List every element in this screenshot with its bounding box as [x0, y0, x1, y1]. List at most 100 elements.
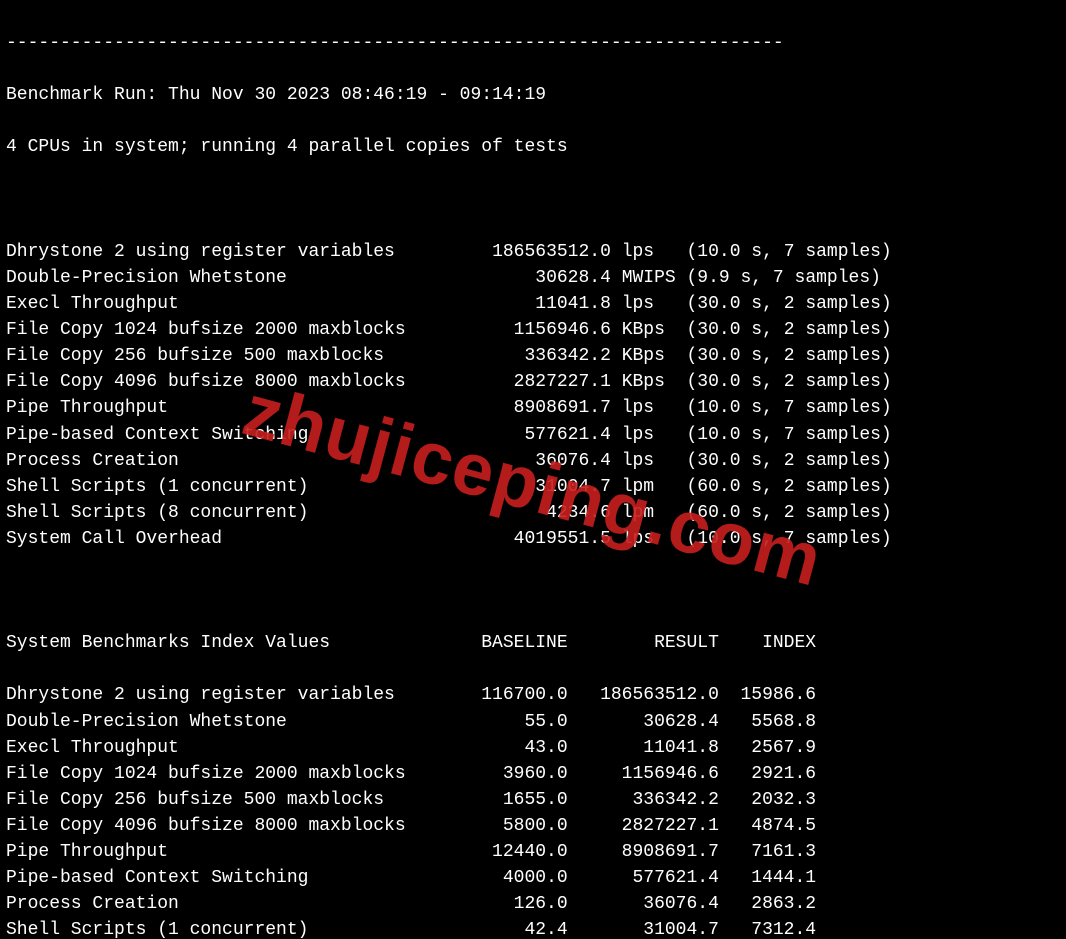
test-row: Pipe-based Context Switching577621.4 lps…: [6, 422, 1060, 448]
test-name: Process Creation: [6, 448, 438, 474]
test-row: File Copy 256 bufsize 500 maxblocks33634…: [6, 343, 1060, 369]
index-baseline: 5800.0: [438, 813, 568, 839]
test-value: 36076.4: [438, 448, 611, 474]
test-value: 8908691.7: [438, 395, 611, 421]
test-unit: lps: [622, 395, 687, 421]
test-unit: lps: [622, 526, 687, 552]
index-baseline: 12440.0: [438, 839, 568, 865]
index-result: 31004.7: [568, 917, 719, 939]
test-row: Dhrystone 2 using register variables1865…: [6, 239, 1060, 265]
blank-line: [6, 578, 1060, 604]
index-baseline: 1655.0: [438, 787, 568, 813]
terminal-output: ----------------------------------------…: [0, 0, 1066, 939]
benchmark-run-line: Benchmark Run: Thu Nov 30 2023 08:46:19 …: [6, 82, 1060, 108]
index-baseline: 55.0: [438, 709, 568, 735]
index-index: 2863.2: [719, 891, 816, 917]
test-note: (30.0 s, 2 samples): [687, 291, 892, 317]
test-row: Execl Throughput11041.8 lps(30.0 s, 2 sa…: [6, 291, 1060, 317]
index-header-row: System Benchmarks Index ValuesBASELINERE…: [6, 630, 1060, 656]
index-index: 5568.8: [719, 709, 816, 735]
separator-line: ----------------------------------------…: [6, 30, 1060, 56]
test-note: (10.0 s, 7 samples): [687, 526, 892, 552]
test-results-block: Dhrystone 2 using register variables1865…: [6, 239, 1060, 552]
index-result: 1156946.6: [568, 761, 719, 787]
index-result: 8908691.7: [568, 839, 719, 865]
index-name: Dhrystone 2 using register variables: [6, 682, 438, 708]
test-name: Execl Throughput: [6, 291, 438, 317]
index-index: 7161.3: [719, 839, 816, 865]
index-row: Pipe Throughput12440.08908691.77161.3: [6, 839, 1060, 865]
test-name: File Copy 256 bufsize 500 maxblocks: [6, 343, 438, 369]
index-row: File Copy 1024 bufsize 2000 maxblocks396…: [6, 761, 1060, 787]
test-unit: lps: [622, 422, 687, 448]
test-value: 336342.2: [438, 343, 611, 369]
test-value: 1156946.6: [438, 317, 611, 343]
index-name: Pipe-based Context Switching: [6, 865, 438, 891]
index-row: Dhrystone 2 using register variables1167…: [6, 682, 1060, 708]
index-row: File Copy 4096 bufsize 8000 maxblocks580…: [6, 813, 1060, 839]
index-index: 2032.3: [719, 787, 816, 813]
index-header-title: System Benchmarks Index Values: [6, 630, 438, 656]
index-row: Execl Throughput43.011041.82567.9: [6, 735, 1060, 761]
index-name: Shell Scripts (1 concurrent): [6, 917, 438, 939]
index-baseline: 4000.0: [438, 865, 568, 891]
test-name: Double-Precision Whetstone: [6, 265, 438, 291]
test-note: (10.0 s, 7 samples): [687, 395, 892, 421]
test-row: Pipe Throughput8908691.7 lps(10.0 s, 7 s…: [6, 395, 1060, 421]
index-index: 1444.1: [719, 865, 816, 891]
cpu-info-line: 4 CPUs in system; running 4 parallel cop…: [6, 134, 1060, 160]
test-name: Dhrystone 2 using register variables: [6, 239, 438, 265]
index-name: Process Creation: [6, 891, 438, 917]
index-result: 186563512.0: [568, 682, 719, 708]
index-baseline: 42.4: [438, 917, 568, 939]
index-row: Double-Precision Whetstone55.030628.4556…: [6, 709, 1060, 735]
index-index: 4874.5: [719, 813, 816, 839]
test-value: 4019551.5: [438, 526, 611, 552]
test-note: (30.0 s, 2 samples): [687, 343, 892, 369]
index-name: Pipe Throughput: [6, 839, 438, 865]
test-unit: KBps: [622, 343, 687, 369]
test-note: (60.0 s, 2 samples): [687, 500, 892, 526]
index-baseline: 43.0: [438, 735, 568, 761]
index-name: File Copy 1024 bufsize 2000 maxblocks: [6, 761, 438, 787]
test-name: Shell Scripts (8 concurrent): [6, 500, 438, 526]
test-value: 31004.7: [438, 474, 611, 500]
index-result: 36076.4: [568, 891, 719, 917]
test-note: (30.0 s, 2 samples): [687, 448, 892, 474]
index-results-block: Dhrystone 2 using register variables1167…: [6, 682, 1060, 939]
index-name: Double-Precision Whetstone: [6, 709, 438, 735]
test-name: Pipe-based Context Switching: [6, 422, 438, 448]
test-row: Double-Precision Whetstone30628.4 MWIPS(…: [6, 265, 1060, 291]
index-baseline: 126.0: [438, 891, 568, 917]
index-row: Process Creation126.036076.42863.2: [6, 891, 1060, 917]
test-name: Pipe Throughput: [6, 395, 438, 421]
index-name: File Copy 256 bufsize 500 maxblocks: [6, 787, 438, 813]
test-unit: lps: [622, 291, 687, 317]
test-unit: KBps: [622, 369, 687, 395]
index-result: 11041.8: [568, 735, 719, 761]
test-row: File Copy 4096 bufsize 8000 maxblocks282…: [6, 369, 1060, 395]
test-note: (30.0 s, 2 samples): [687, 317, 892, 343]
test-unit: KBps: [622, 317, 687, 343]
index-name: Execl Throughput: [6, 735, 438, 761]
index-result: 336342.2: [568, 787, 719, 813]
test-name: Shell Scripts (1 concurrent): [6, 474, 438, 500]
index-header-result: RESULT: [568, 630, 719, 656]
test-name: File Copy 1024 bufsize 2000 maxblocks: [6, 317, 438, 343]
test-note: (10.0 s, 7 samples): [687, 239, 892, 265]
test-unit: lpm: [622, 500, 687, 526]
test-value: 30628.4: [438, 265, 611, 291]
index-header-baseline: BASELINE: [438, 630, 568, 656]
test-note: (30.0 s, 2 samples): [687, 369, 892, 395]
test-unit: lpm: [622, 474, 687, 500]
test-value: 11041.8: [438, 291, 611, 317]
test-row: Process Creation36076.4 lps(30.0 s, 2 sa…: [6, 448, 1060, 474]
test-value: 577621.4: [438, 422, 611, 448]
blank-line: [6, 187, 1060, 213]
index-index: 15986.6: [719, 682, 816, 708]
test-row: Shell Scripts (8 concurrent)4234.6 lpm(6…: [6, 500, 1060, 526]
index-row: Pipe-based Context Switching4000.0577621…: [6, 865, 1060, 891]
index-index: 2921.6: [719, 761, 816, 787]
test-note: (10.0 s, 7 samples): [687, 422, 892, 448]
index-result: 577621.4: [568, 865, 719, 891]
